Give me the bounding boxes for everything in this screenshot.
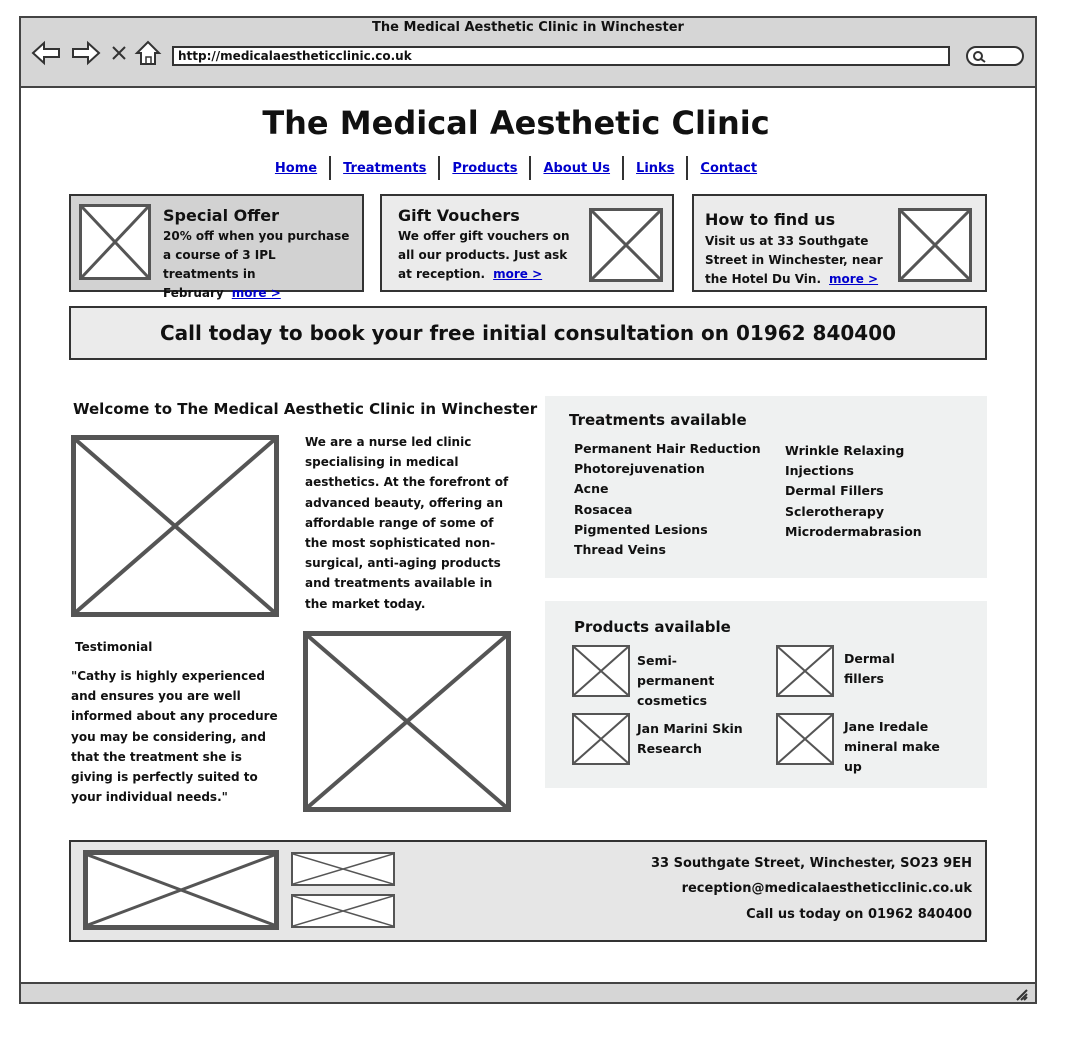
image-placeholder (291, 852, 395, 886)
testimonial-text: "Cathy is highly experienced and ensures… (71, 669, 278, 805)
forward-arrow-icon[interactable] (70, 38, 102, 68)
treatments-panel: Treatments available Permanent Hair Redu… (545, 396, 987, 578)
image-placeholder (303, 631, 511, 812)
footer-phone: Call us today on 01962 840400 (746, 907, 972, 922)
welcome-heading: Welcome to The Medical Aesthetic Clinic … (73, 400, 538, 418)
treatments-list-right: Wrinkle Relaxing Injections Dermal Fille… (785, 441, 925, 542)
more-link[interactable]: more > (232, 286, 281, 300)
promo-title: How to find us (705, 210, 836, 229)
site-title: The Medical Aesthetic Clinic (262, 104, 770, 142)
nav-links[interactable]: Links (624, 161, 686, 176)
product-thumbnail (572, 713, 630, 765)
back-arrow-icon[interactable] (30, 38, 62, 68)
footer-address: 33 Southgate Street, Winchester, SO23 9E… (651, 856, 972, 871)
nav-products[interactable]: Products (440, 161, 529, 176)
treatment-item[interactable]: Pigmented Lesions (574, 520, 774, 540)
search-field[interactable] (966, 46, 1024, 66)
testimonial-label: Testimonial (75, 640, 153, 654)
products-heading: Products available (574, 618, 731, 636)
image-placeholder (898, 208, 972, 282)
gift-vouchers-box: Gift Vouchers We offer gift vouchers on … (380, 194, 674, 292)
promo-text: 20% off when you purchase a course of 3 … (163, 229, 350, 300)
address-bar[interactable]: http://medicalaestheticclinic.co.uk (172, 46, 950, 66)
image-placeholder (79, 204, 151, 280)
image-placeholder (589, 208, 663, 282)
products-panel: Products available Semi-permanent cosmet… (545, 601, 987, 788)
nav-about-us[interactable]: About Us (531, 161, 622, 176)
treatment-item[interactable]: Microdermabrasion (785, 522, 925, 542)
more-link[interactable]: more > (829, 272, 878, 286)
promo-text: We offer gift vouchers on all our produc… (398, 229, 570, 281)
product-thumbnail (776, 645, 834, 697)
consultation-banner: Call today to book your free initial con… (69, 306, 987, 360)
treatment-item[interactable]: Sclerotherapy (785, 502, 925, 522)
treatment-item[interactable]: Permanent Hair Reduction (574, 439, 774, 459)
find-us-box: How to find us Visit us at 33 Southgate … (692, 194, 987, 292)
treatment-item[interactable]: Wrinkle Relaxing Injections (785, 441, 925, 481)
main-nav: Home Treatments Products About Us Links … (19, 156, 1013, 180)
status-bar (19, 982, 1037, 1004)
treatment-item[interactable]: Rosacea (574, 500, 774, 520)
promo-text: Visit us at 33 Southgate Street in Winch… (705, 234, 883, 286)
treatments-heading: Treatments available (569, 411, 747, 429)
special-offer-box: Special Offer 20% off when you purchase … (69, 194, 364, 300)
treatment-item[interactable]: Acne (574, 479, 774, 499)
product-item[interactable]: Semi-permanent cosmetics (637, 651, 752, 711)
promo-title: Gift Vouchers (398, 206, 520, 225)
treatments-list-left: Permanent Hair Reduction Photorejuvenati… (574, 439, 774, 560)
more-link[interactable]: more > (493, 267, 542, 281)
nav-home[interactable]: Home (263, 161, 329, 176)
home-icon[interactable] (134, 38, 162, 68)
footer-email[interactable]: reception@medicalaestheticclinic.co.uk (682, 881, 972, 896)
product-item[interactable]: Jane Iredale mineral make up (844, 717, 954, 777)
promo-title: Special Offer (163, 206, 279, 225)
image-placeholder (71, 435, 279, 617)
intro-text: We are a nurse led clinic specialising i… (305, 435, 509, 611)
product-item[interactable]: Dermal fillers (844, 649, 904, 689)
nav-treatments[interactable]: Treatments (331, 161, 438, 176)
image-placeholder (83, 850, 279, 930)
image-placeholder (291, 894, 395, 928)
treatment-item[interactable]: Dermal Fillers (785, 481, 925, 501)
product-thumbnail (776, 713, 834, 765)
treatment-item[interactable]: Photorejuvenation (574, 459, 774, 479)
resize-grip-icon[interactable] (1013, 986, 1029, 1006)
treatment-item[interactable]: Thread Veins (574, 540, 774, 560)
stop-icon[interactable] (108, 38, 130, 68)
window-title: The Medical Aesthetic Clinic in Winchest… (372, 20, 684, 35)
search-icon (972, 49, 988, 69)
nav-contact[interactable]: Contact (688, 161, 769, 176)
product-thumbnail (572, 645, 630, 697)
product-item[interactable]: Jan Marini Skin Research (637, 719, 747, 759)
